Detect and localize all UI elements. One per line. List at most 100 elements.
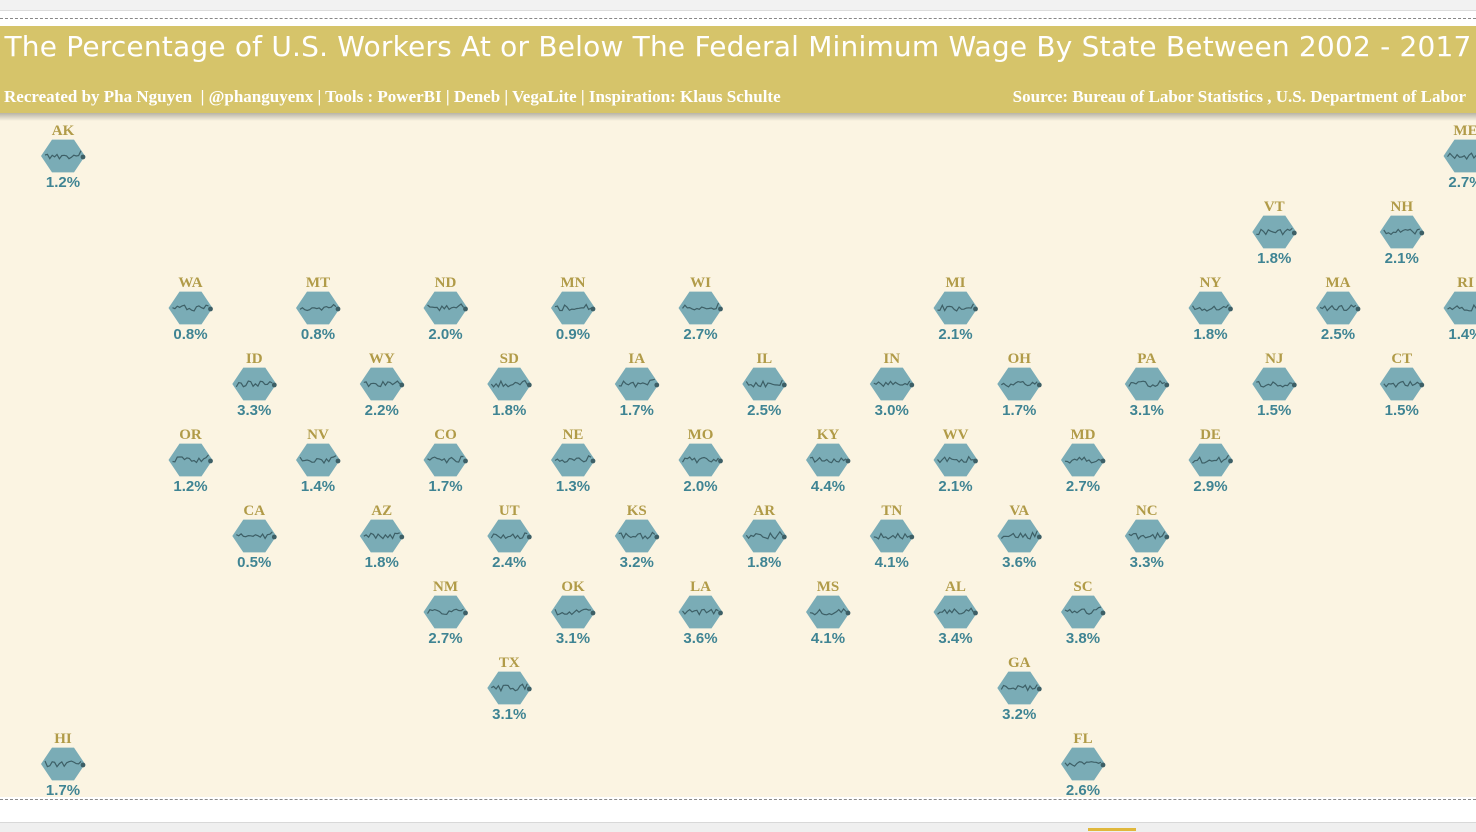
state-tile-ks[interactable]: KS3.2% [615,503,659,571]
state-abbr: NM [433,579,458,595]
sparkline-endpoint [1164,383,1169,388]
state-abbr: RI [1457,275,1474,291]
state-abbr: MI [946,275,966,291]
top-toolbar-strip [0,0,1476,11]
sparkline-endpoint [846,611,851,616]
state-tile-wa[interactable]: WA 0.8% [169,275,213,343]
state-tile-ia[interactable]: IA1.7% [615,351,659,419]
state-value: 1.7% [46,782,80,797]
sparkline-endpoint [973,611,978,616]
sparkline-endpoint [1228,459,1233,464]
state-value: 2.7% [428,630,462,647]
state-tile-mt[interactable]: MT0.8% [296,275,340,343]
sparkline-endpoint [1419,383,1424,388]
state-tile-de[interactable]: DE2.9% [1189,427,1233,495]
state-tile-wy[interactable]: WY2.2% [360,351,404,419]
state-tile-ca[interactable]: CA0.5% [232,503,276,571]
state-tile-al[interactable]: AL3.4% [934,579,978,647]
state-value: 3.6% [1002,554,1036,571]
sparkline-endpoint [1101,611,1106,616]
state-tile-md[interactable]: MD2.7% [1061,427,1105,495]
state-tile-va[interactable]: VA3.6% [997,503,1041,571]
state-abbr: PA [1137,351,1156,367]
state-tile-id[interactable]: ID3.3% [232,351,276,419]
state-tile-ga[interactable]: GA 3.2% [997,655,1041,723]
state-abbr: WI [690,275,711,291]
state-tile-il[interactable]: IL2.5% [742,351,786,419]
state-value: 2.7% [1066,478,1100,495]
state-tile-ne[interactable]: NE1.3% [551,427,595,495]
state-tile-sd[interactable]: SD1.8% [487,351,531,419]
state-value: 2.7% [1448,174,1476,191]
state-value: 2.9% [1193,478,1227,495]
state-tile-az[interactable]: AZ1.8% [360,503,404,571]
state-value: 2.0% [683,478,717,495]
state-tile-ms[interactable]: MS4.1% [806,579,850,647]
state-tile-tx[interactable]: TX3.1% [487,655,531,723]
state-value: 2.6% [1066,782,1100,797]
state-tile-pa[interactable]: PA3.1% [1125,351,1169,419]
state-tile-ok[interactable]: OK3.1% [551,579,595,647]
state-tile-ky[interactable]: KY4.4% [806,427,850,495]
hexagon [1061,596,1105,629]
state-tile-la[interactable]: LA3.6% [679,579,723,647]
state-tile-ri[interactable]: RI1.4% [1444,275,1476,343]
state-tile-vt[interactable]: VT 1.8% [1252,199,1296,267]
state-tile-mo[interactable]: MO2.0% [679,427,723,495]
sparkline-endpoint [1356,307,1361,312]
state-tile-or[interactable]: OR1.2% [169,427,213,495]
state-abbr: IN [883,351,900,367]
sparkline-endpoint [399,383,404,388]
state-tile-ak[interactable]: AK1.2% [41,123,85,191]
state-value: 1.7% [620,402,654,419]
state-tile-ut[interactable]: UT2.4% [487,503,531,571]
sparkline-endpoint [527,535,532,540]
sparkline-endpoint [463,459,468,464]
state-tile-nc[interactable]: NC3.3% [1125,503,1169,571]
state-tile-mn[interactable]: MN0.9% [551,275,595,343]
state-tile-hi[interactable]: HI1.7% [41,731,85,797]
state-tile-nv[interactable]: NV1.4% [296,427,340,495]
state-abbr: OK [561,579,585,595]
state-tile-co[interactable]: CO1.7% [424,427,468,495]
sparkline-endpoint [718,611,723,616]
state-tile-ny[interactable]: NY1.8% [1189,275,1233,343]
sparkline-endpoint [1101,459,1106,464]
state-tile-in[interactable]: IN3.0% [870,351,914,419]
state-tile-oh[interactable]: OH1.7% [997,351,1041,419]
state-abbr: LA [690,579,711,595]
state-tile-nh[interactable]: NH2.1% [1380,199,1424,267]
state-tile-me[interactable]: ME2.7% [1444,123,1476,191]
state-value: 1.8% [365,554,399,571]
state-tile-ct[interactable]: CT1.5% [1380,351,1424,419]
state-value: 1.7% [428,478,462,495]
state-value: 1.8% [1257,250,1291,267]
state-tile-nj[interactable]: NJ1.5% [1252,351,1296,419]
state-tile-nm[interactable]: NM 2.7% [424,579,468,647]
hexagon [360,520,404,553]
state-tile-sc[interactable]: SC3.8% [1061,579,1105,647]
sparkline-endpoint [782,535,787,540]
state-abbr: GA [1008,655,1031,671]
state-value: 1.5% [1257,402,1291,419]
sparkline-endpoint [1292,231,1297,236]
state-tile-tn[interactable]: TN4.1% [870,503,914,571]
state-tile-wi[interactable]: WI2.7% [679,275,723,343]
state-tile-nd[interactable]: ND2.0% [424,275,468,343]
state-value: 2.2% [365,402,399,419]
state-abbr: MA [1326,275,1351,291]
state-value: 3.2% [1002,706,1036,723]
hexagon [487,368,531,401]
state-tile-ar[interactable]: AR1.8% [742,503,786,571]
state-abbr: WA [178,275,202,291]
state-value: 1.4% [301,478,335,495]
state-tile-mi[interactable]: MI 2.1% [934,275,978,343]
state-value: 2.1% [938,326,972,343]
state-tile-wv[interactable]: WV2.1% [934,427,978,495]
state-value: 0.8% [173,326,207,343]
state-tile-fl[interactable]: FL2.6% [1061,731,1105,797]
sparkline-endpoint [973,459,978,464]
state-abbr: VT [1264,199,1285,215]
state-tile-ma[interactable]: MA2.5% [1316,275,1360,343]
state-abbr: IL [756,351,772,367]
